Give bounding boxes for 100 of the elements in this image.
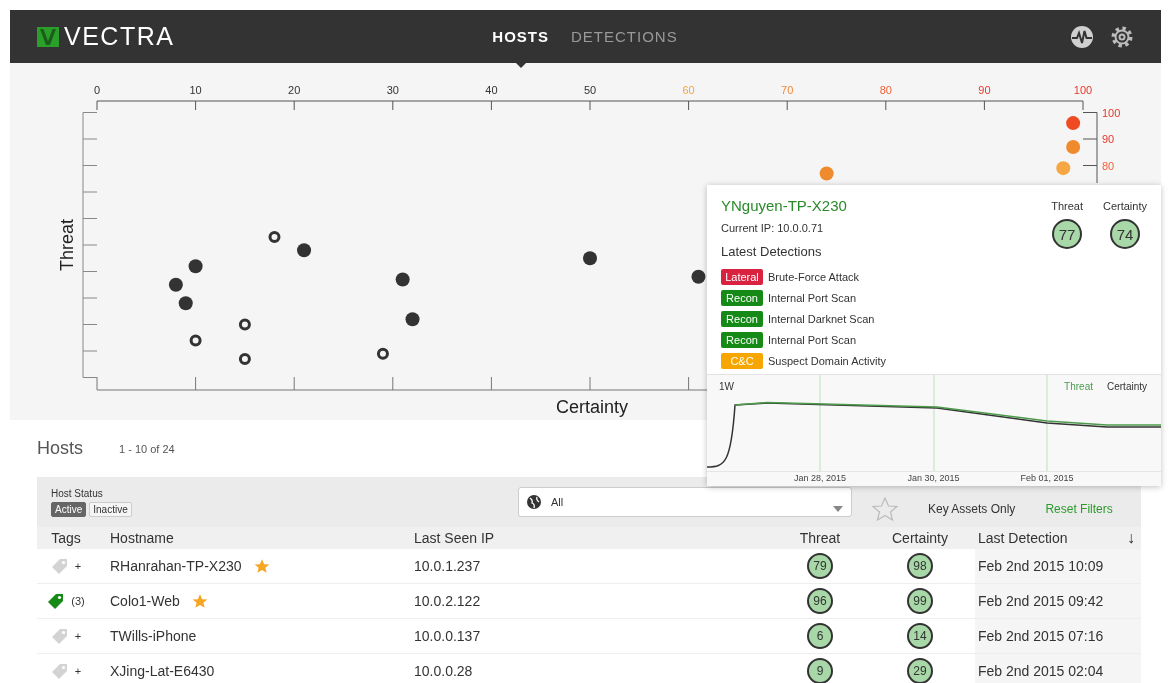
certainty-score: 99 bbox=[907, 588, 933, 614]
tag-count[interactable]: (3) bbox=[71, 595, 85, 607]
ip-text: 10.0.2.122 bbox=[414, 593, 481, 609]
section-title: Hosts bbox=[37, 438, 83, 459]
data-point[interactable] bbox=[376, 347, 389, 360]
axis-tick-label: 100 bbox=[1102, 106, 1121, 119]
hostname-text[interactable]: TWills-iPhone bbox=[110, 628, 197, 644]
hostname-text[interactable]: Colo1-Web bbox=[110, 593, 180, 609]
column-header[interactable]: Certainty bbox=[892, 530, 948, 546]
data-point[interactable] bbox=[268, 231, 281, 244]
data-point[interactable] bbox=[238, 352, 251, 365]
section-title: Latest Detections bbox=[721, 244, 823, 259]
threat-score: 9 bbox=[807, 658, 833, 683]
sort-arrow[interactable]: ↓ bbox=[1127, 529, 1135, 547]
column-header[interactable]: Last Detection bbox=[978, 530, 1068, 546]
column-header[interactable]: Tags bbox=[51, 530, 81, 546]
caret-icon bbox=[833, 506, 843, 512]
star-icon[interactable] bbox=[872, 497, 898, 521]
certainty-score: 74 bbox=[1110, 219, 1140, 249]
certainty-score: 29 bbox=[907, 658, 933, 683]
data-point[interactable] bbox=[238, 318, 251, 331]
axis-tick-label: 90 bbox=[978, 84, 991, 96]
threat-score: 6 bbox=[807, 623, 833, 649]
certainty-score: 14 bbox=[907, 623, 933, 649]
data-point[interactable] bbox=[189, 334, 202, 347]
status-toggle[interactable]: Active bbox=[51, 501, 87, 517]
filter-label: Key Assets Only bbox=[928, 502, 1016, 516]
y-axis bbox=[1082, 112, 1098, 184]
ip-text: Current IP: 10.0.0.71 bbox=[721, 222, 825, 234]
detection-name[interactable]: Internal Port Scan bbox=[768, 291, 857, 304]
settings-icon[interactable] bbox=[1111, 25, 1133, 48]
threat-score: 79 bbox=[807, 553, 833, 579]
hostname-text[interactable]: RHanrahan-TP-X230 bbox=[110, 558, 242, 574]
ip-text: 10.0.0.137 bbox=[414, 628, 481, 644]
ip-text: 10.0.1.237 bbox=[414, 558, 481, 574]
axis-tick-label: 70 bbox=[781, 84, 794, 96]
category-tag: C&C bbox=[721, 352, 763, 369]
axis-tick-label: 80 bbox=[1102, 159, 1115, 172]
timestamp-text: Feb 2nd 2015 10:09 bbox=[978, 558, 1104, 574]
axis-title: Certainty bbox=[556, 397, 628, 417]
data-point[interactable] bbox=[583, 251, 597, 266]
certainty-score: 98 bbox=[907, 553, 933, 579]
globe-icon bbox=[527, 495, 541, 509]
data-point[interactable] bbox=[395, 272, 410, 287]
data-point[interactable] bbox=[405, 312, 420, 327]
data-point[interactable] bbox=[178, 296, 193, 311]
data-point[interactable] bbox=[188, 259, 203, 274]
tag-count[interactable]: + bbox=[74, 630, 82, 642]
hostname-text[interactable]: XJing-Lat-E6430 bbox=[110, 663, 215, 679]
range-label[interactable]: 1W bbox=[719, 381, 734, 392]
filter-label: Host Status bbox=[51, 487, 104, 499]
detection-name[interactable]: Internal Darknet Scan bbox=[768, 312, 875, 325]
threat-score: 96 bbox=[807, 588, 833, 614]
group-select[interactable]: All bbox=[518, 487, 852, 517]
tag-count[interactable]: + bbox=[74, 665, 82, 677]
threat-score: 77 bbox=[1052, 219, 1083, 249]
column-header[interactable]: Hostname bbox=[110, 530, 174, 546]
category-tag: Lateral bbox=[721, 268, 763, 285]
score-label: Certainty bbox=[1102, 200, 1147, 212]
axis-tick-label: 40 bbox=[485, 84, 498, 96]
column-header[interactable]: Threat bbox=[799, 530, 841, 546]
axis-tick-label: 0 bbox=[93, 84, 101, 96]
tag-icon[interactable] bbox=[47, 592, 66, 610]
nav-tab[interactable]: DETECTIONS bbox=[571, 24, 678, 49]
ip-text: 10.0.0.28 bbox=[414, 663, 473, 679]
tag-count[interactable]: + bbox=[74, 560, 82, 572]
detection-name[interactable]: Suspect Domain Activity bbox=[768, 354, 886, 367]
axis-tick-label: 100 bbox=[1073, 84, 1093, 96]
timestamp-text: Feb 2nd 2015 09:42 bbox=[978, 593, 1104, 609]
column-header[interactable]: Last Seen IP bbox=[414, 530, 495, 546]
axis-tick-label: Jan 30, 2015 bbox=[907, 473, 960, 483]
category-tag: Recon bbox=[721, 331, 763, 348]
page-count: 1 - 10 of 24 bbox=[119, 442, 175, 455]
data-point[interactable] bbox=[297, 243, 312, 258]
axis-tick-label: 90 bbox=[1102, 133, 1115, 145]
axis-title: Threat bbox=[56, 219, 77, 271]
axis-tick-label: 20 bbox=[288, 84, 301, 96]
category-tag: Recon bbox=[721, 289, 763, 306]
detection-name[interactable]: Brute-Force Attack bbox=[768, 270, 860, 283]
activity-icon[interactable] bbox=[1070, 24, 1094, 49]
timestamp-text: Feb 2nd 2015 02:04 bbox=[978, 663, 1104, 679]
data-point[interactable] bbox=[168, 277, 183, 292]
axis-tick-label: Jan 28, 2015 bbox=[794, 473, 846, 483]
axis-tick-label: 30 bbox=[386, 84, 399, 96]
status-toggle[interactable]: Inactive bbox=[89, 501, 132, 517]
axis-tick-label: 10 bbox=[189, 84, 202, 96]
host-name[interactable]: YNguyen-TP-X230 bbox=[721, 197, 886, 214]
logo-text: VECTRA bbox=[64, 22, 175, 51]
detection-name[interactable]: Internal Port Scan bbox=[768, 333, 857, 346]
score-label: Threat bbox=[1051, 200, 1083, 212]
nav-tab[interactable]: HOSTS bbox=[492, 24, 549, 49]
logo-icon bbox=[37, 26, 59, 47]
axis-tick-label: 80 bbox=[879, 84, 892, 96]
legend-label: Certainty bbox=[1107, 381, 1147, 392]
axis-tick-label: 60 bbox=[682, 84, 695, 96]
data-point[interactable] bbox=[691, 269, 706, 284]
axis-tick-label: Feb 01, 2015 bbox=[1020, 473, 1074, 483]
axis-tick-label: 50 bbox=[583, 84, 597, 96]
category-tag: Recon bbox=[721, 310, 763, 327]
legend-label: Threat bbox=[1064, 381, 1093, 392]
